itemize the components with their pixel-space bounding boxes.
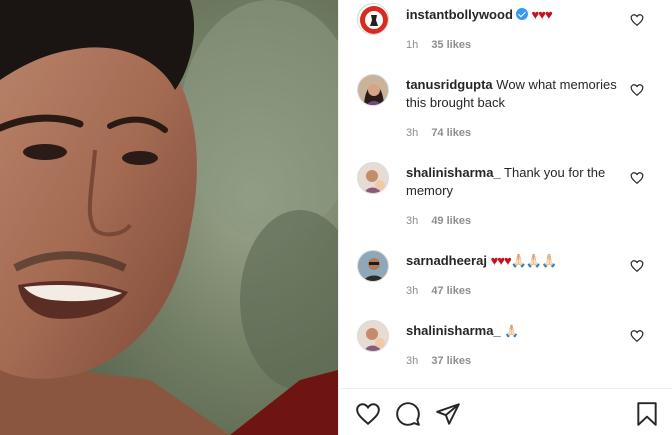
- comment-username[interactable]: sarnadheeraj: [406, 253, 487, 268]
- heart-outline-icon[interactable]: [630, 259, 644, 273]
- avatar[interactable]: [357, 250, 389, 282]
- comment-text: sarnadheeraj ♥♥♥🙏🏻🙏🏻🙏🏻: [406, 252, 622, 270]
- comment-username[interactable]: shalinisharma_: [406, 323, 501, 338]
- avatar[interactable]: [357, 162, 389, 194]
- comment-username[interactable]: instantbollywood: [406, 7, 513, 22]
- comment-time[interactable]: 1h: [406, 39, 418, 51]
- speech-bubble-icon[interactable]: [395, 401, 421, 427]
- comment-text: tanusridgupta Wow what memories this bro…: [406, 76, 622, 112]
- comment-meta: 3h 74 likes: [406, 126, 481, 140]
- comment-meta: 3h 37 likes: [406, 354, 481, 368]
- paper-plane-icon[interactable]: [435, 401, 461, 427]
- comment-text: shalinisharma_ Thank you for the memory: [406, 164, 622, 200]
- comment-list: instantbollywood ♥♥♥ 1h 35 likes tanusri…: [339, 0, 672, 388]
- comment-username[interactable]: tanusridgupta: [406, 77, 493, 92]
- avatar[interactable]: [357, 74, 389, 106]
- comment-time[interactable]: 3h: [406, 127, 418, 139]
- bookmark-icon[interactable]: [634, 401, 660, 427]
- comment-meta: 3h 47 likes: [406, 284, 481, 298]
- comment-username[interactable]: shalinisharma_: [406, 165, 501, 180]
- post-photo: [0, 0, 338, 435]
- heart-outline-icon[interactable]: [630, 329, 644, 343]
- heart-outline-icon[interactable]: [630, 83, 644, 97]
- heart-outline-icon[interactable]: [355, 401, 381, 427]
- verified-badge-icon: [515, 8, 528, 20]
- comment-likes[interactable]: 37 likes: [431, 355, 471, 367]
- comment-time[interactable]: 3h: [406, 215, 418, 227]
- comment-text: shalinisharma_ 🙏🏻: [406, 322, 622, 340]
- post-action-bar: [339, 388, 672, 435]
- heart-outline-icon[interactable]: [630, 13, 644, 27]
- comment-likes[interactable]: 35 likes: [431, 39, 471, 51]
- comment-likes[interactable]: 49 likes: [431, 215, 471, 227]
- comment-time[interactable]: 3h: [406, 355, 418, 367]
- post-side-panel: instantbollywood ♥♥♥ 1h 35 likes tanusri…: [338, 0, 672, 435]
- comment-emoji: ♥♥♥: [531, 7, 553, 22]
- comment-likes[interactable]: 74 likes: [431, 127, 471, 139]
- comment-time[interactable]: 3h: [406, 285, 418, 297]
- comment-emoji: ♥♥♥🙏🏻🙏🏻🙏🏻: [490, 253, 558, 268]
- comment-meta: 3h 49 likes: [406, 214, 481, 228]
- heart-outline-icon[interactable]: [630, 171, 644, 185]
- comment-text: instantbollywood ♥♥♥: [406, 6, 622, 24]
- comment-emoji: 🙏🏻: [504, 324, 520, 338]
- comment-meta: 1h 35 likes: [406, 38, 481, 52]
- post-image[interactable]: [0, 0, 338, 435]
- comment-likes[interactable]: 47 likes: [431, 285, 471, 297]
- avatar[interactable]: [357, 320, 389, 352]
- avatar[interactable]: [357, 3, 389, 35]
